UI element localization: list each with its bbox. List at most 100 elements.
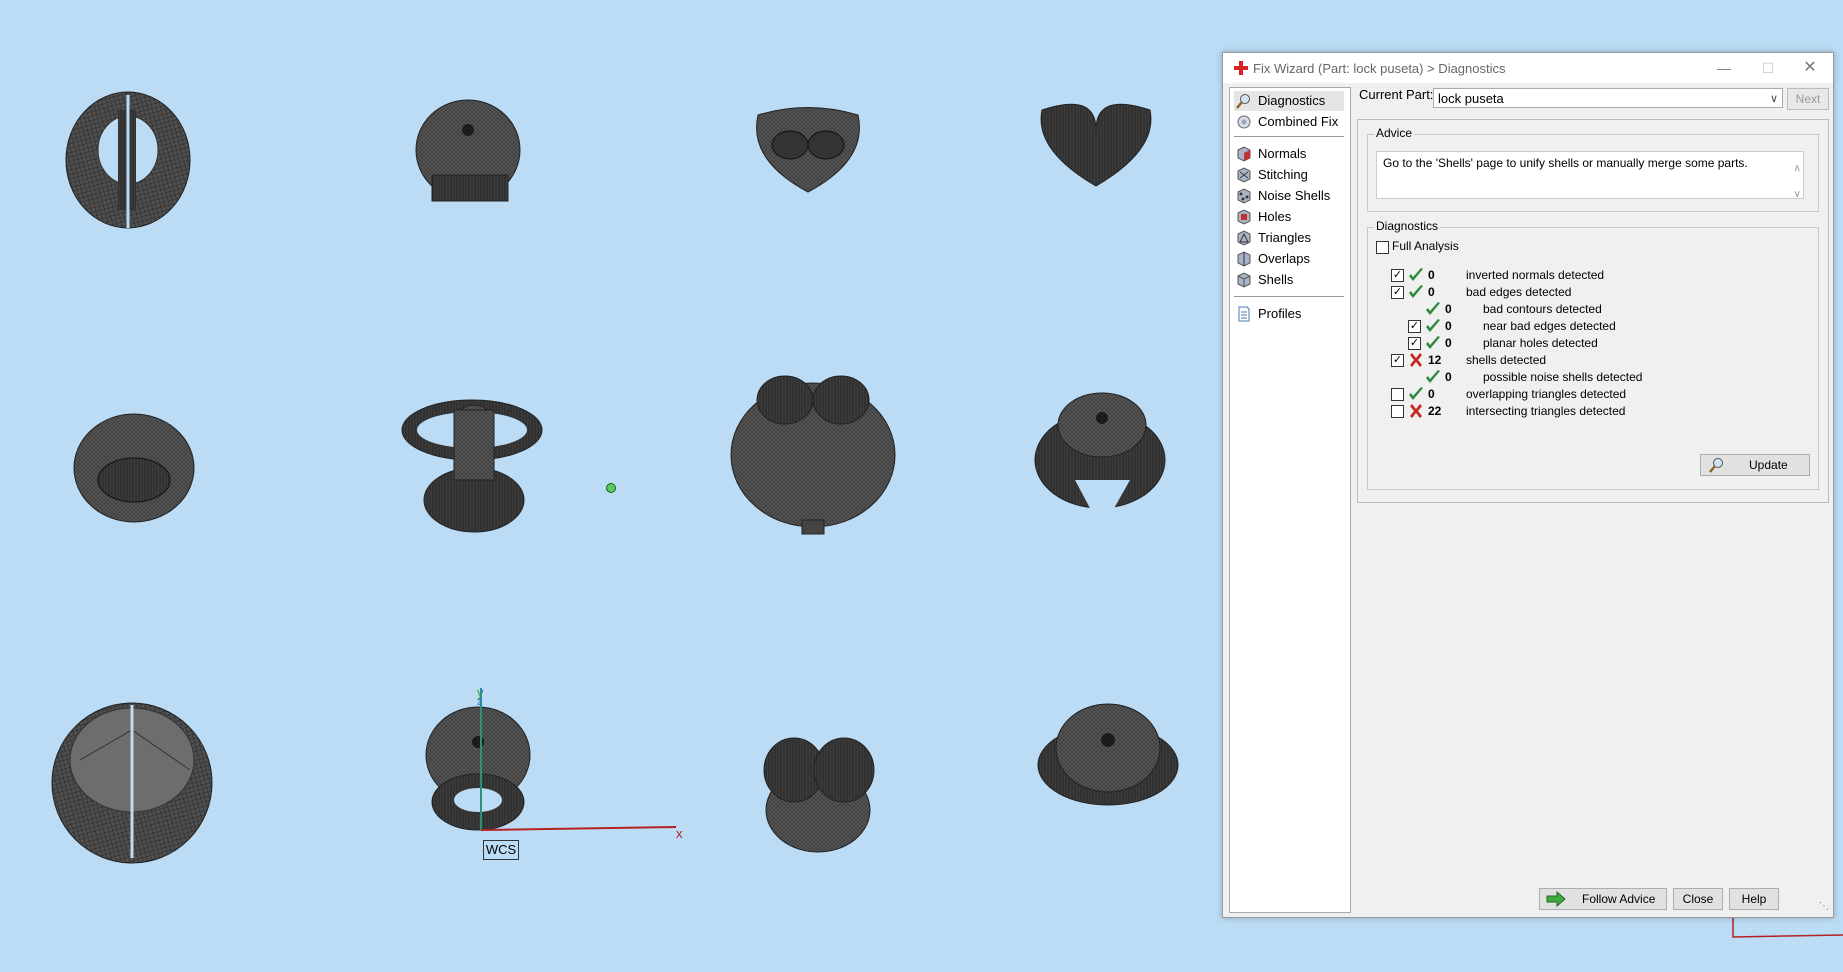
magnifier-icon <box>1236 94 1250 109</box>
diagnostic-label: overlapping triangles detected <box>1466 387 1627 401</box>
window-title: Fix Wizard (Part: lock puseta) > Diagnos… <box>1253 61 1506 76</box>
full-analysis-label: Full Analysis <box>1392 239 1459 253</box>
nav-label: Triangles <box>1258 230 1311 245</box>
profiles-document-icon <box>1238 306 1250 322</box>
part-ring-open[interactable] <box>65 91 191 229</box>
green-check-icon <box>1409 387 1423 400</box>
wizard-nav: Diagnostics Combined Fix Normals Stitchi… <box>1229 87 1351 913</box>
nav-item-normals[interactable]: Normals <box>1234 144 1306 164</box>
part-button-cap-1[interactable] <box>415 99 521 202</box>
nav-item-triangles[interactable]: Triangles <box>1234 228 1311 248</box>
nav-item-holes[interactable]: Holes <box>1234 207 1291 227</box>
fix-wizard-dialog: Fix Wizard (Part: lock puseta) > Diagnos… <box>1222 52 1834 918</box>
nav-item-noise-shells[interactable]: Noise Shells <box>1234 186 1330 206</box>
title-bar[interactable]: Fix Wizard (Part: lock puseta) > Diagnos… <box>1223 53 1833 83</box>
nav-item-overlaps[interactable]: Overlaps <box>1234 249 1310 269</box>
red-cross-icon <box>1234 61 1248 75</box>
diagnostic-checkbox[interactable]: ✓ <box>1391 286 1404 299</box>
part-double-loop-2[interactable] <box>763 737 875 853</box>
diagnostic-count: 12 <box>1428 353 1442 367</box>
part-button-cap-2[interactable] <box>425 706 531 831</box>
nav-label: Normals <box>1258 146 1307 161</box>
stitching-cube-icon <box>1237 167 1251 183</box>
current-part-select[interactable]: lock puseta ∨ <box>1433 88 1783 108</box>
nav-label: Stitching <box>1258 167 1308 182</box>
green-check-icon <box>1426 370 1440 383</box>
diagnostics-panel: Advice Go to the 'Shells' page to unify … <box>1357 119 1829 503</box>
overlaps-cube-icon <box>1237 251 1251 267</box>
green-arrow-icon <box>1546 891 1566 907</box>
diagnostic-label: inverted normals detected <box>1466 268 1605 282</box>
close-button[interactable]: Close <box>1673 888 1723 910</box>
wcs-label: WCS <box>483 840 519 860</box>
maximize-button[interactable]: ☐ <box>1746 53 1790 83</box>
part-heart-1[interactable] <box>1040 103 1152 187</box>
nav-label: Overlaps <box>1258 251 1311 266</box>
close-window-button[interactable]: ✕ <box>1788 53 1832 83</box>
part-button-cap-3[interactable] <box>1037 703 1179 806</box>
part-button-assembly[interactable] <box>401 399 543 533</box>
nav-separator <box>1234 136 1344 137</box>
nav-item-profiles[interactable]: Profiles <box>1234 304 1301 324</box>
diagnostic-count: 0 <box>1428 285 1435 299</box>
nav-item-diagnostics[interactable]: Diagnostics <box>1234 91 1344 111</box>
diagnostic-count: 0 <box>1428 268 1435 282</box>
diagnostic-label: near bad edges detected <box>1483 319 1616 333</box>
nav-label: Profiles <box>1258 306 1302 321</box>
help-button[interactable]: Help <box>1729 888 1779 910</box>
offscreen-edge <box>1732 915 1843 938</box>
diagnostic-checkbox[interactable]: ✓ <box>1408 337 1421 350</box>
diagnostic-checkbox[interactable] <box>1391 388 1404 401</box>
green-check-icon <box>1409 285 1423 298</box>
update-button[interactable]: Update <box>1700 454 1810 476</box>
nav-item-combined-fix[interactable]: Combined Fix <box>1234 112 1338 132</box>
nav-item-stitching[interactable]: Stitching <box>1234 165 1308 185</box>
nav-label: Combined Fix <box>1258 114 1339 129</box>
nav-item-shells[interactable]: Shells <box>1234 270 1293 290</box>
diagnostic-checkbox[interactable] <box>1391 405 1404 418</box>
part-double-loop-1[interactable] <box>756 107 860 193</box>
normals-cube-icon <box>1237 146 1251 162</box>
rotation-pivot-icon <box>606 483 616 493</box>
diagnostic-count: 0 <box>1445 319 1452 333</box>
red-x-icon <box>1410 404 1422 418</box>
holes-cube-icon <box>1237 209 1251 225</box>
next-button[interactable]: Next <box>1787 88 1829 110</box>
diagnostic-count: 0 <box>1445 336 1452 350</box>
red-x-icon <box>1410 353 1422 367</box>
diagnostic-checkbox[interactable]: ✓ <box>1408 320 1421 333</box>
advice-text-box[interactable]: Go to the 'Shells' page to unify shells … <box>1376 151 1804 200</box>
minimize-button[interactable]: — <box>1702 53 1746 83</box>
diagnostic-label: possible noise shells detected <box>1483 370 1643 384</box>
diagnostics-group: Diagnostics Full Analysis ✓ 0 inverted nor… <box>1367 219 1819 490</box>
diagnostic-checkbox[interactable]: ✓ <box>1391 354 1404 367</box>
nav-label: Shells <box>1258 272 1294 287</box>
noise-shells-cube-icon <box>1237 188 1251 204</box>
part-button-ring[interactable] <box>1034 392 1166 512</box>
advice-text: Go to the 'Shells' page to unify shells … <box>1383 156 1748 170</box>
part-ring-open-2[interactable] <box>51 702 213 864</box>
magnifier-icon <box>1709 458 1723 473</box>
part-bell-base[interactable] <box>730 375 896 535</box>
diagnostics-title: Diagnostics <box>1374 219 1441 233</box>
nav-label: Holes <box>1258 209 1292 224</box>
nav-label: Diagnostics <box>1258 93 1326 108</box>
diagnostic-label: bad edges detected <box>1466 285 1572 299</box>
diagnostic-checkbox[interactable]: ✓ <box>1391 269 1404 282</box>
scroll-arrows-icon[interactable]: ∧ ∨ <box>1794 156 1801 208</box>
follow-advice-button[interactable]: Follow Advice <box>1539 888 1667 910</box>
combined-fix-icon <box>1237 115 1251 129</box>
green-check-icon <box>1426 336 1440 349</box>
diagnostic-label: intersecting triangles detected <box>1466 404 1626 418</box>
advice-group: Advice Go to the 'Shells' page to unify … <box>1367 126 1819 212</box>
nav-separator <box>1234 296 1344 297</box>
green-check-icon <box>1426 319 1440 332</box>
resize-grip-icon[interactable]: ⋱ <box>1819 901 1829 912</box>
green-check-icon <box>1409 268 1423 281</box>
current-part-value: lock puseta <box>1438 91 1504 106</box>
current-part-label: Current Part: <box>1359 87 1434 102</box>
advice-title: Advice <box>1374 126 1415 140</box>
part-ring-closed[interactable] <box>73 413 195 523</box>
follow-advice-label: Follow Advice <box>1582 892 1656 906</box>
full-analysis-checkbox[interactable] <box>1376 241 1389 254</box>
